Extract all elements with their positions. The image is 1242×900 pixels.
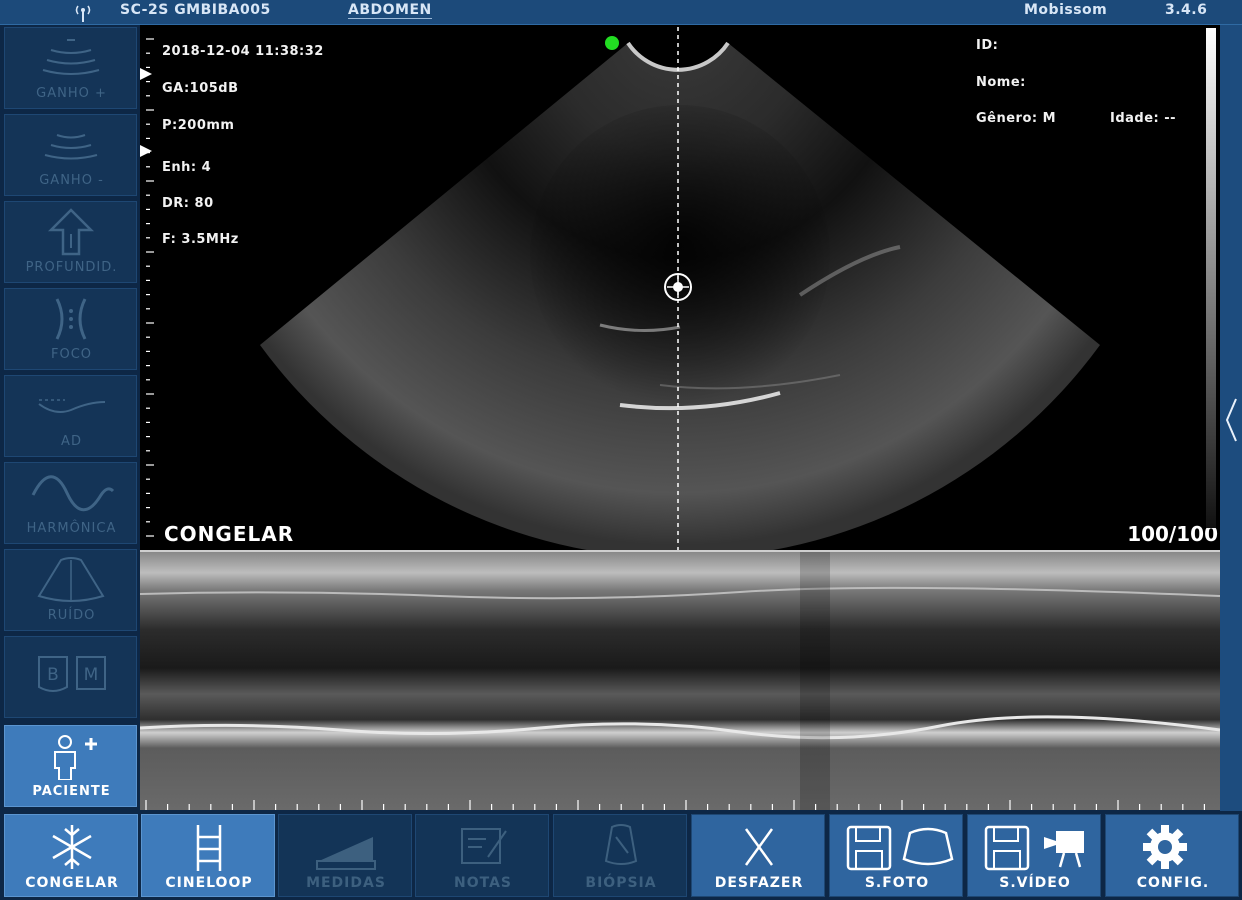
sidebar-item-label: GANHO - xyxy=(39,173,104,188)
sidebar-item-label: PACIENTE xyxy=(32,784,111,799)
harmonic-button[interactable]: HARMÔNICA xyxy=(4,462,137,544)
m-mode-trace[interactable] xyxy=(140,550,1220,810)
sidebar-item-label: GANHO + xyxy=(36,86,107,101)
patient-name-label: Nome: xyxy=(976,75,1026,90)
toolbar-item-label: S.FOTO xyxy=(864,875,930,891)
patient-button[interactable]: PACIENTE xyxy=(4,725,137,807)
toolbar-item-label: CINELOOP xyxy=(165,875,253,891)
datetime: 2018-12-04 11:38:32 xyxy=(162,44,324,59)
sidebar-item-label: AD xyxy=(61,434,82,449)
mode-b-label: B xyxy=(47,665,59,685)
patient-add-icon xyxy=(54,735,97,780)
toolbar-item-label: NOTAS xyxy=(454,875,512,891)
app-version: 3.4.6 xyxy=(1165,2,1208,18)
noise-sector-icon xyxy=(37,557,105,602)
toolbar-item-label: MEDIDAS xyxy=(306,875,386,891)
depth-arrow-icon xyxy=(47,208,95,256)
bottom-toolbar: CONGELAR CINELOOP MEDIDAS NOTAS BIÓPSIA … xyxy=(0,811,1242,900)
depth-scale xyxy=(146,38,154,537)
save-photo-button[interactable]: S.FOTO xyxy=(829,814,963,897)
toolbar-item-label: S.VÍDEO xyxy=(999,875,1071,891)
save-video-icon xyxy=(984,825,1084,871)
notes-icon xyxy=(461,828,507,864)
patient-id-label: ID: xyxy=(976,38,999,53)
gain-minus-button[interactable]: GANHO - xyxy=(4,114,137,196)
film-strip-icon xyxy=(196,825,222,871)
ad-wave-icon xyxy=(38,399,106,413)
bm-mode-button[interactable]: B M xyxy=(4,636,137,718)
sidebar-item-label: FOCO xyxy=(50,347,93,362)
notes-button[interactable]: NOTAS xyxy=(415,814,549,897)
toolbar-item-label: CONGELAR xyxy=(25,875,119,891)
freeze-status-label: CONGELAR xyxy=(164,522,295,546)
biopsy-icon xyxy=(604,824,638,865)
freeze-button[interactable]: CONGELAR xyxy=(4,814,138,897)
undo-button[interactable]: DESFAZER xyxy=(691,814,825,897)
right-panel-strip xyxy=(1220,25,1242,811)
ad-button[interactable]: AD xyxy=(4,375,137,457)
preset-selector[interactable]: ABDOMEN xyxy=(348,2,432,19)
focus-marker-icon xyxy=(140,145,152,157)
save-video-button[interactable]: S.VÍDEO xyxy=(967,814,1101,897)
probe-signal-icon xyxy=(75,5,91,22)
grayscale-bar xyxy=(1206,28,1216,528)
chevron-left-icon[interactable] xyxy=(1224,395,1238,445)
probe-name: SC-2S GMBIBA005 xyxy=(120,2,271,18)
save-photo-icon xyxy=(846,825,954,871)
enhance-readout: Enh: 4 xyxy=(162,160,212,175)
dynamic-range-readout: DR: 80 xyxy=(162,196,214,211)
sidebar-item-label: HARMÔNICA xyxy=(26,521,117,536)
patient-age-label: Idade: -- xyxy=(1110,111,1177,126)
gain-minus-icon xyxy=(44,134,98,160)
patient-gender-label: Gênero: M xyxy=(976,111,1057,126)
measure-button[interactable]: MEDIDAS xyxy=(278,814,412,897)
biopsy-button[interactable]: BIÓPSIA xyxy=(553,814,687,897)
gear-icon xyxy=(1143,825,1187,869)
depth-button[interactable]: PROFUNDID. xyxy=(4,201,137,283)
gain-plus-icon xyxy=(42,39,100,75)
toolbar-item-label: BIÓPSIA xyxy=(585,875,657,891)
ruler-icon xyxy=(316,837,376,870)
ultrasound-app: SC-2S GMBIBA005 ABDOMEN Mobissom 3.4.6 G… xyxy=(0,0,1242,900)
focus-marker-icon xyxy=(140,68,152,80)
sidebar-item-label: RUÍDO xyxy=(47,608,96,623)
gain-readout: GA:105dB xyxy=(162,81,239,96)
toolbar-item-label: CONFIG. xyxy=(1136,875,1210,891)
cineloop-button[interactable]: CINELOOP xyxy=(141,814,275,897)
focus-button[interactable]: FOCO xyxy=(4,288,137,370)
sidebar-item-label: PROFUNDID. xyxy=(25,260,118,275)
harmonic-wave-icon xyxy=(31,475,115,512)
left-sidebar: GANHO + GANHO - PROFUNDID. FOCO AD HARMÔ… xyxy=(0,25,140,811)
mode-m-label: M xyxy=(84,665,99,685)
power-readout: P:200mm xyxy=(162,118,235,133)
snowflake-icon xyxy=(52,825,92,869)
noise-button[interactable]: RUÍDO xyxy=(4,549,137,631)
b-mode-image[interactable]: 2018-12-04 11:38:32 GA:105dB P:200mm Enh… xyxy=(140,25,1220,550)
top-bar: SC-2S GMBIBA005 ABDOMEN Mobissom 3.4.6 xyxy=(0,0,1242,25)
bm-mode-icon: B M xyxy=(38,656,106,692)
orientation-indicator xyxy=(605,36,619,50)
frequency-readout: F: 3.5MHz xyxy=(162,232,239,247)
brand-name: Mobissom xyxy=(1024,2,1108,18)
toolbar-item-label: DESFAZER xyxy=(714,875,804,891)
gain-plus-button[interactable]: GANHO + xyxy=(4,27,137,109)
sector-scan-image xyxy=(140,27,1100,550)
m-mode-image xyxy=(140,552,1220,810)
sample-cursor-icon[interactable] xyxy=(664,273,692,301)
frame-counter: 100/100 xyxy=(1127,522,1218,546)
focus-icon xyxy=(55,298,87,340)
config-button[interactable]: CONFIG. xyxy=(1105,814,1239,897)
undo-x-icon xyxy=(744,828,774,866)
